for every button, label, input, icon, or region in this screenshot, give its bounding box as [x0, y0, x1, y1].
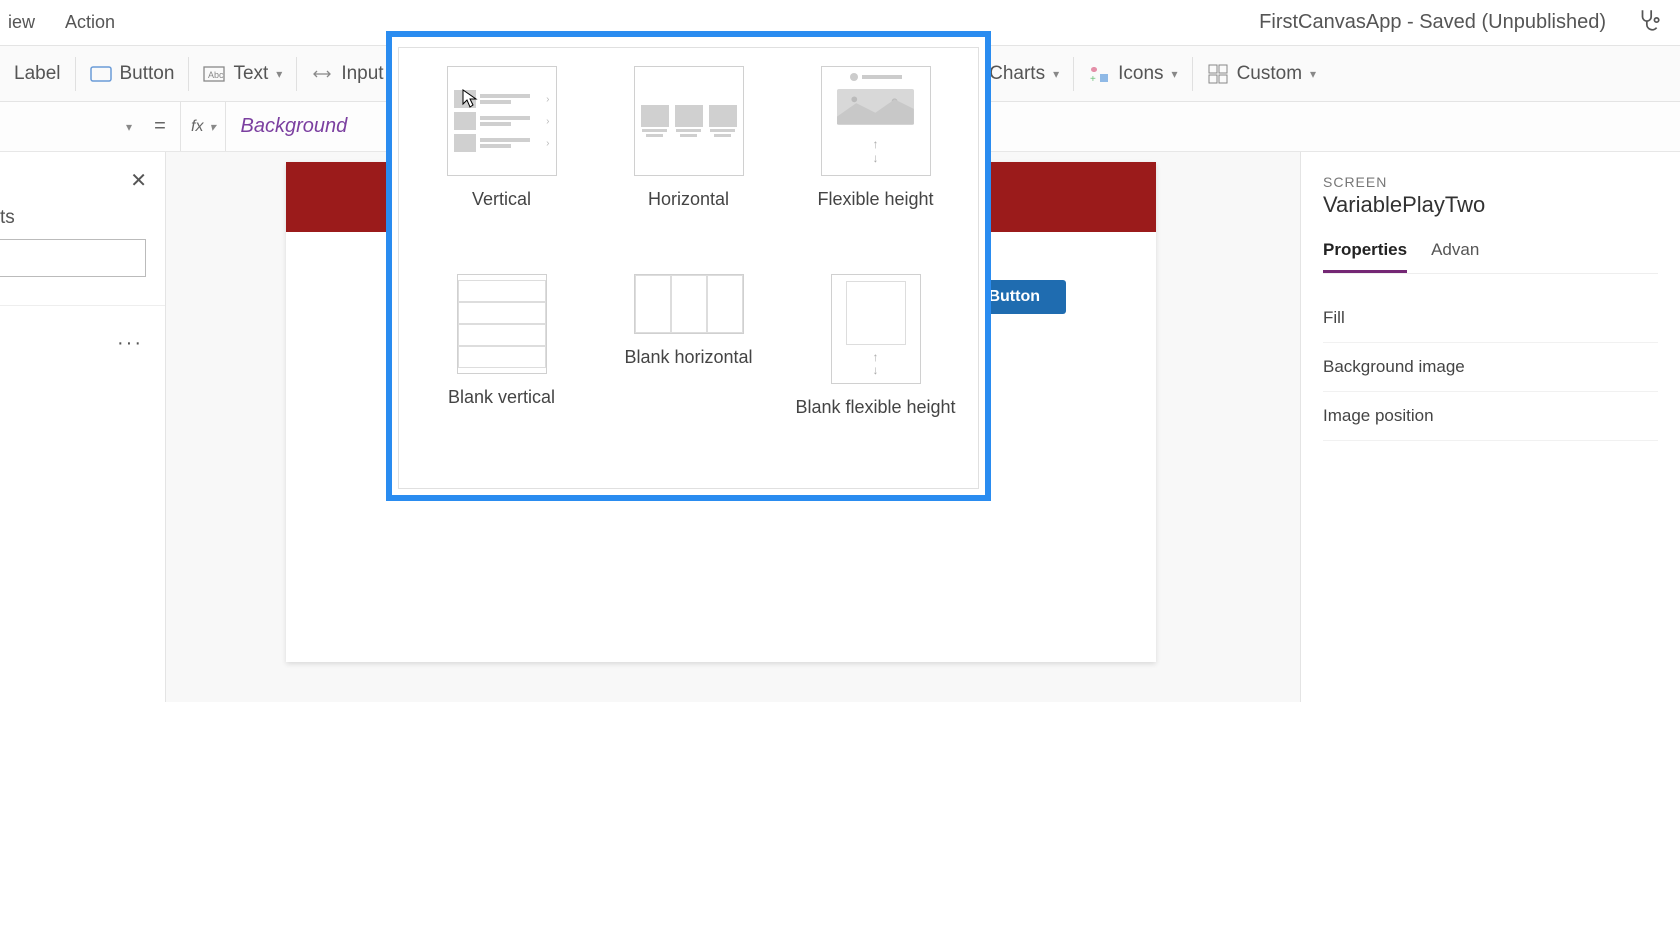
tree-search-input[interactable]: [0, 239, 146, 277]
ribbon-text[interactable]: Abc Text ▾: [189, 46, 296, 101]
chevron-down-icon: ▾: [1172, 67, 1178, 81]
properties-tabs: Properties Advan: [1323, 234, 1658, 274]
ribbon-text-label: Label: [14, 63, 61, 85]
gallery-option-blank-flexible[interactable]: ↑↓ Blank flexible height: [787, 274, 964, 464]
blank-horizontal-thumb: [634, 274, 744, 334]
property-selector[interactable]: ▾: [0, 120, 140, 134]
text-icon: Abc: [203, 63, 225, 85]
horizontal-thumb: [634, 66, 744, 176]
blank-flexible-thumb: ↑↓: [831, 274, 921, 384]
chevron-down-icon: ▾: [126, 120, 132, 134]
gallery-options-grid: › › › Vertical Horizontal: [398, 47, 979, 489]
custom-icon: [1207, 63, 1229, 85]
ribbon-text-charts: Charts: [989, 63, 1045, 85]
gallery-option-label: Horizontal: [648, 188, 729, 211]
chevron-down-icon: ▾: [1310, 67, 1316, 81]
gallery-option-horizontal[interactable]: Horizontal: [600, 66, 777, 256]
flexible-thumb: ↑↓: [821, 66, 931, 176]
ribbon-custom[interactable]: Custom ▾: [1193, 46, 1331, 101]
ribbon-text-text: Text: [233, 63, 268, 85]
properties-category: SCREEN: [1323, 174, 1658, 190]
tab-advanced[interactable]: Advan: [1431, 234, 1479, 273]
gallery-option-label: Blank vertical: [448, 386, 555, 409]
app-title: FirstCanvasApp - Saved (Unpublished): [1259, 11, 1606, 34]
prop-fill[interactable]: Fill: [1323, 294, 1658, 343]
input-icon: [311, 63, 333, 85]
fx-button[interactable]: fx ▾: [180, 102, 226, 151]
svg-text:+: +: [1090, 74, 1096, 84]
tree-panel: ✕ ts ···: [0, 152, 166, 702]
svg-text:Abc: Abc: [208, 70, 224, 80]
gallery-option-blank-horizontal[interactable]: Blank horizontal: [600, 274, 777, 464]
button-icon: [90, 63, 112, 85]
gallery-option-vertical[interactable]: › › › Vertical: [413, 66, 590, 256]
ribbon-text-custom: Custom: [1237, 63, 1302, 85]
chevron-down-icon: ▾: [276, 67, 282, 81]
gallery-option-label: Vertical: [472, 188, 531, 211]
more-icon[interactable]: ···: [117, 332, 143, 355]
equals-sign: =: [140, 115, 180, 138]
icons-icon: +: [1088, 63, 1110, 85]
app-checker-icon[interactable]: [1636, 7, 1662, 38]
gallery-option-label: Flexible height: [817, 188, 933, 211]
gallery-option-label: Blank flexible height: [795, 396, 955, 419]
vertical-thumb: › › ›: [447, 66, 557, 176]
fx-label: fx: [191, 118, 203, 136]
menu-item-view[interactable]: iew: [8, 12, 35, 33]
ribbon-text-icons: Icons: [1118, 63, 1163, 85]
ribbon-text-input: Input: [341, 63, 383, 85]
menu-item-action[interactable]: Action: [65, 12, 115, 33]
gallery-dropdown-highlight: › › › Vertical Horizontal: [386, 31, 991, 501]
properties-panel: SCREEN VariablePlayTwo Properties Advan …: [1300, 152, 1680, 702]
close-icon[interactable]: ✕: [130, 168, 147, 193]
blank-vertical-thumb: [457, 274, 547, 374]
gallery-option-label: Blank horizontal: [624, 346, 752, 369]
ribbon-button[interactable]: Button: [76, 46, 189, 101]
chevron-down-icon: ▾: [1053, 67, 1059, 81]
cursor-icon: [462, 89, 478, 114]
tree-section-label: ts: [0, 207, 165, 229]
gallery-option-blank-vertical[interactable]: Blank vertical: [413, 274, 590, 464]
gallery-option-flexible[interactable]: ↑↓ Flexible height: [787, 66, 964, 256]
prop-background-image[interactable]: Background image: [1323, 343, 1658, 392]
ribbon-label[interactable]: Label: [0, 46, 75, 101]
divider: [0, 305, 165, 306]
chevron-down-icon: ▾: [209, 120, 215, 134]
prop-image-position[interactable]: Image position: [1323, 392, 1658, 441]
tab-properties[interactable]: Properties: [1323, 234, 1407, 273]
ribbon-text-button: Button: [120, 63, 175, 85]
properties-title: VariablePlayTwo: [1323, 192, 1658, 218]
ribbon-icons[interactable]: + Icons ▾: [1074, 46, 1191, 101]
